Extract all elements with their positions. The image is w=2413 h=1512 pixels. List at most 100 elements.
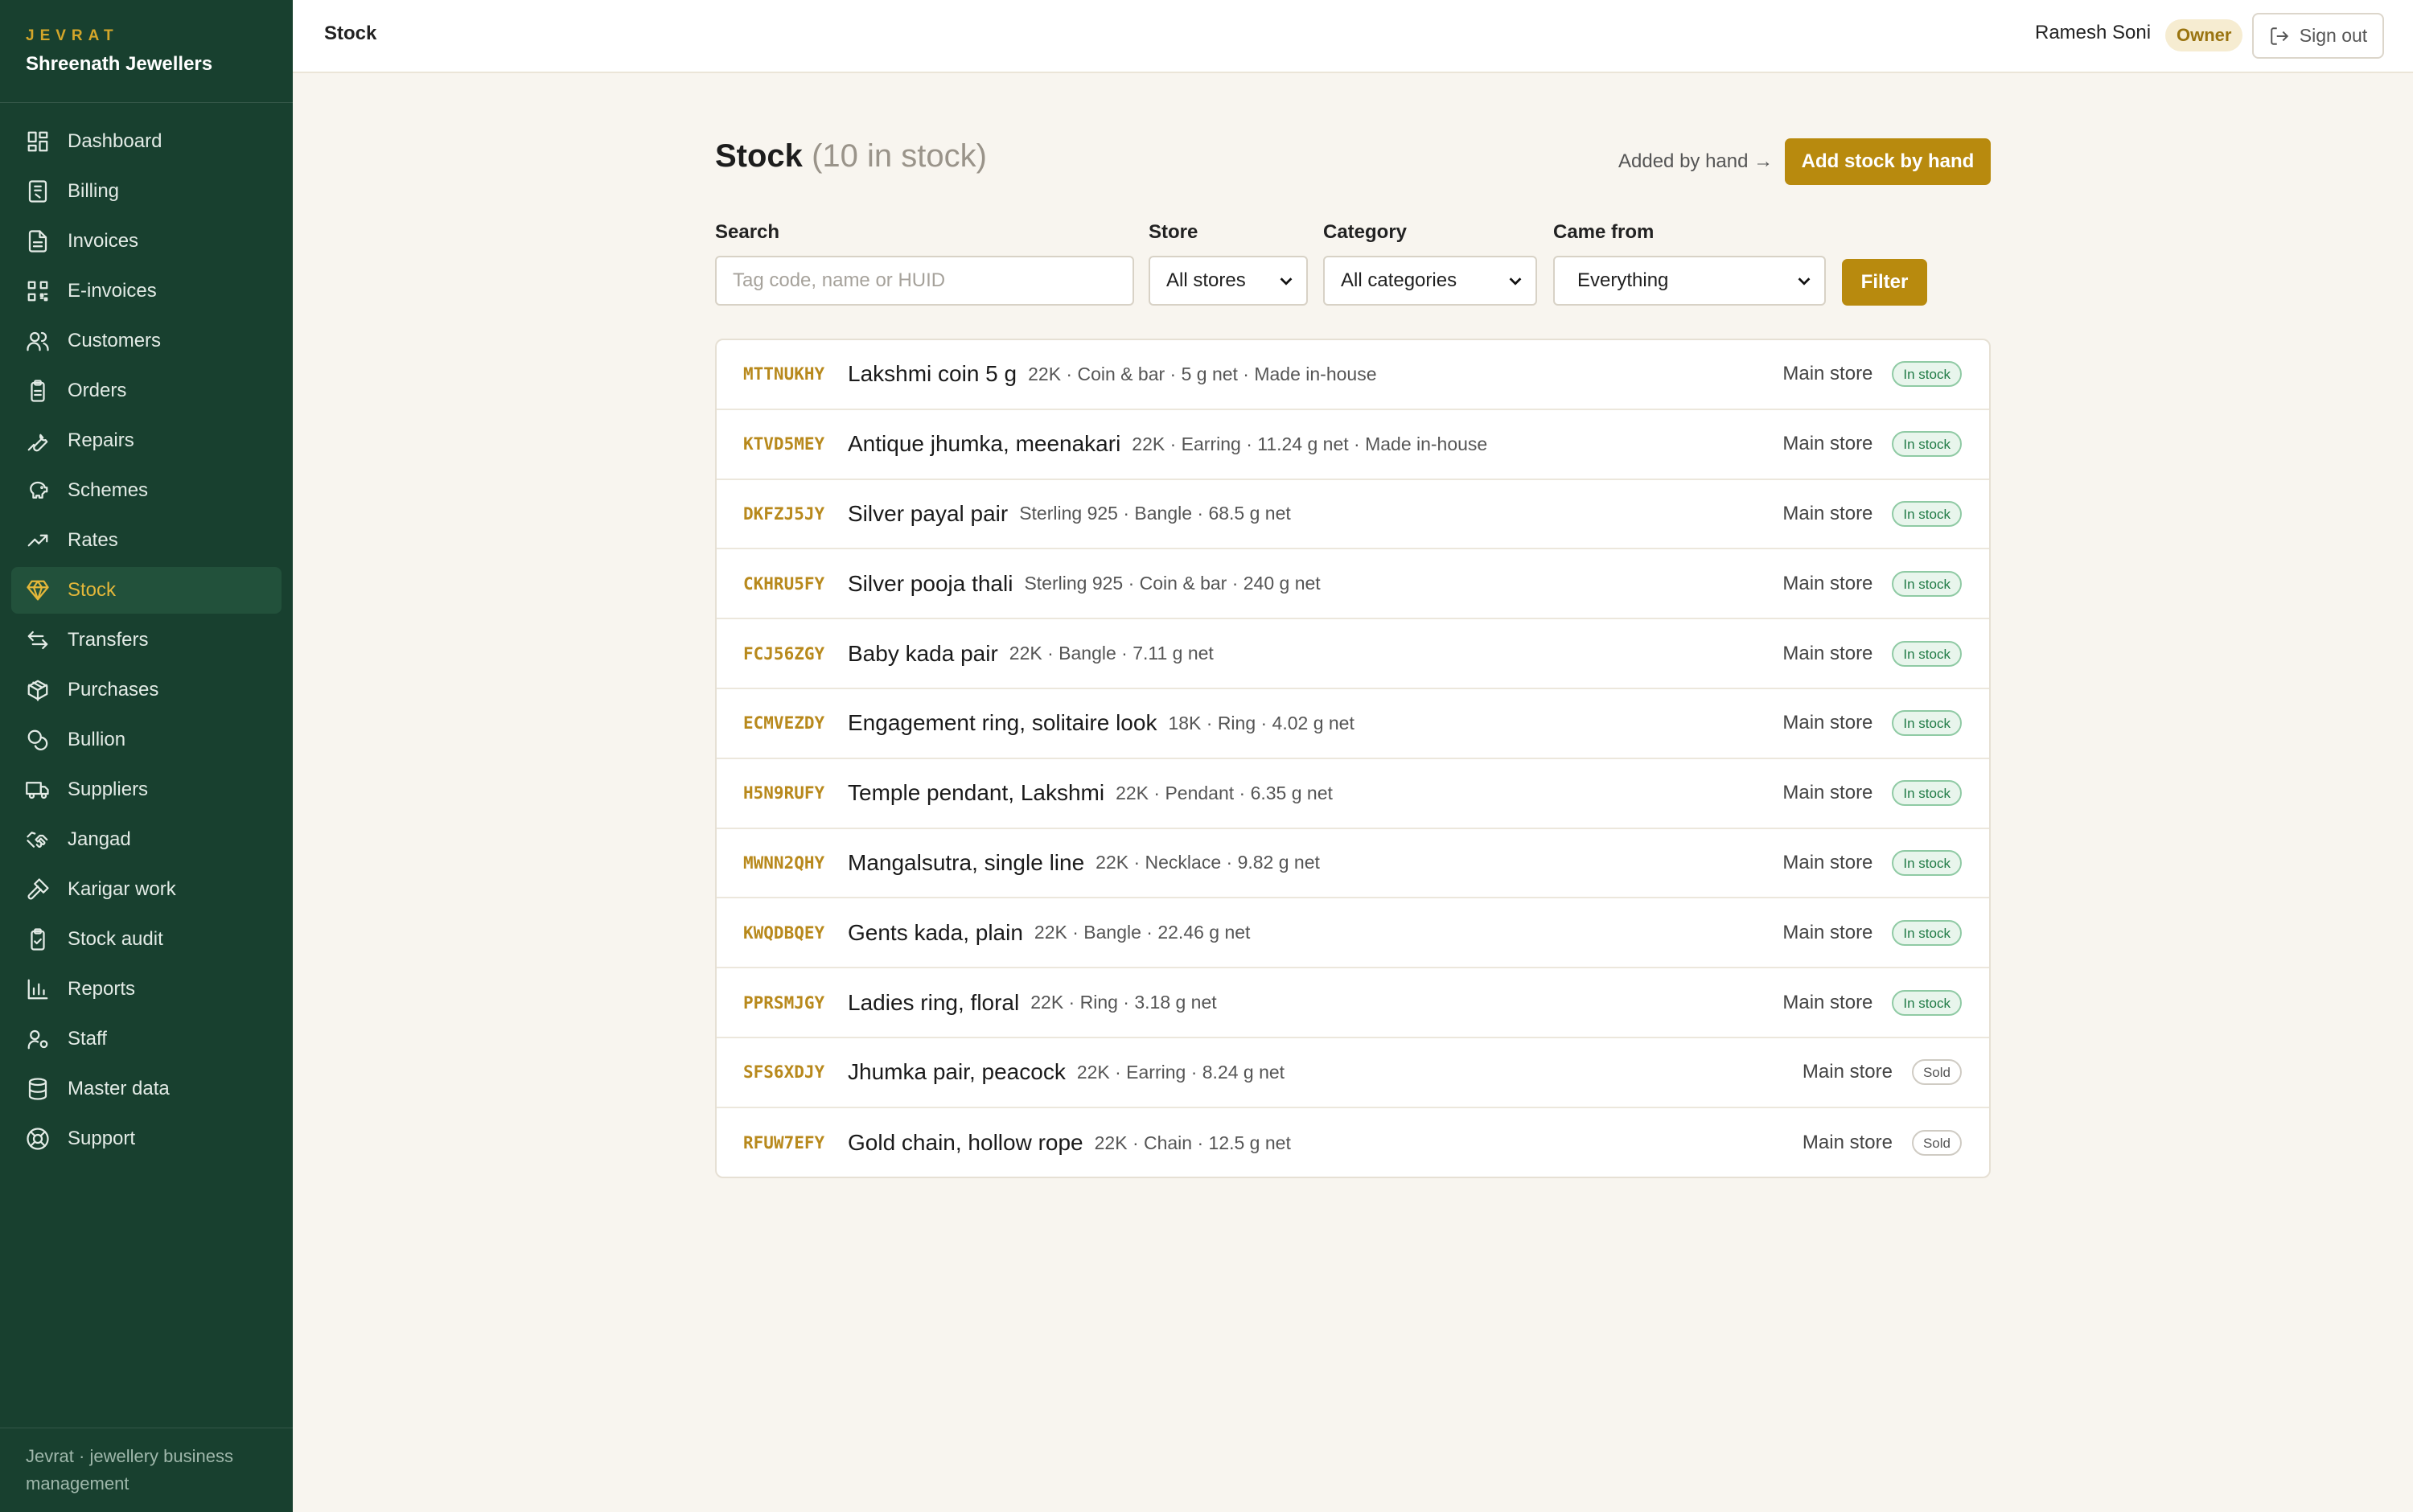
page-title-text: Stock: [715, 138, 803, 174]
status-badge: In stock: [1892, 431, 1962, 458]
item-name[interactable]: Lakshmi coin 5 g: [848, 361, 1017, 387]
tag-code[interactable]: KWQDBQEY: [743, 923, 848, 943]
item-name[interactable]: Antique jhumka, meenakari: [848, 431, 1120, 457]
item-meta: 22K · Pendant · 6.35 g net: [1116, 782, 1333, 803]
status-badge: In stock: [1892, 919, 1962, 946]
sidebar-item-purchases[interactable]: Purchases: [11, 667, 282, 713]
sidebar-item-billing[interactable]: Billing: [11, 168, 282, 215]
sidebar-item-transfers[interactable]: Transfers: [11, 617, 282, 664]
item-store: Main store: [1782, 642, 1873, 664]
tag-code[interactable]: FCJ56ZGY: [743, 644, 848, 664]
item-name[interactable]: Mangalsutra, single line: [848, 850, 1084, 876]
tag-code[interactable]: SFS6XDJY: [743, 1062, 848, 1082]
stock-list: MTTNUKHY Lakshmi coin 5 g 22K · Coin & bar…: [715, 339, 1991, 1178]
stock-row[interactable]: H5N9RUFY Temple pendant, Lakshmi 22K · Pen…: [717, 759, 1989, 829]
sign-out-button[interactable]: Sign out: [2252, 13, 2384, 59]
sidebar-item-dashboard[interactable]: Dashboard: [11, 118, 282, 165]
item-store: Main store: [1782, 363, 1873, 385]
item-store: Main store: [1782, 851, 1873, 873]
piggy-bank-icon: [26, 479, 50, 503]
sidebar-item-jangad[interactable]: Jangad: [11, 816, 282, 863]
tag-code[interactable]: MWNN2QHY: [743, 853, 848, 873]
tag-code[interactable]: PPRSMJGY: [743, 993, 848, 1013]
stock-row[interactable]: PPRSMJGY Ladies ring, floral 22K · Ring · …: [717, 968, 1989, 1038]
row-right: Main store In stock: [1782, 898, 1989, 967]
item-name[interactable]: Silver payal pair: [848, 501, 1008, 527]
sidebar-item-bullion[interactable]: Bullion: [11, 717, 282, 763]
sidebar-item-e-invoices[interactable]: E-invoices: [11, 268, 282, 314]
sidebar-item-label: Dashboard: [68, 130, 162, 152]
added-by-hand-link[interactable]: Added by hand →: [1618, 150, 1773, 173]
stock-row[interactable]: MWNN2QHY Mangalsutra, single line 22K · Ne…: [717, 829, 1989, 899]
item-meta: 18K · Ring · 4.02 g net: [1168, 712, 1354, 733]
store-select[interactable]: All stores: [1149, 256, 1308, 306]
sidebar-item-label: Invoices: [68, 230, 139, 252]
sidebar-item-repairs[interactable]: Repairs: [11, 417, 282, 464]
add-stock-button[interactable]: Add stock by hand: [1785, 138, 1991, 185]
item-name[interactable]: Gents kada, plain: [848, 920, 1023, 946]
item-meta: 22K · Earring · 8.24 g net: [1076, 1061, 1285, 1083]
handshake-icon: [26, 828, 50, 852]
sidebar-item-reports[interactable]: Reports: [11, 966, 282, 1013]
status-badge: In stock: [1892, 780, 1962, 807]
invoice-icon: [26, 229, 50, 253]
stock-row[interactable]: ECMVEZDY Engagement ring, solitaire look 1…: [717, 689, 1989, 759]
sidebar-item-label: Jangad: [68, 828, 131, 850]
sidebar-item-label: Billing: [68, 180, 120, 202]
tag-code[interactable]: CKHRU5FY: [743, 574, 848, 594]
row-right: Main store In stock: [1782, 829, 1989, 898]
stock-row[interactable]: SFS6XDJY Jhumka pair, peacock 22K · Earrin…: [717, 1038, 1989, 1108]
sidebar-item-master-data[interactable]: Master data: [11, 1066, 282, 1112]
tag-code[interactable]: H5N9RUFY: [743, 783, 848, 803]
search-input[interactable]: Tag code, name or HUID: [715, 256, 1134, 306]
source-select[interactable]: Everything: [1553, 256, 1826, 306]
stock-row[interactable]: DKFZJ5JY Silver payal pair Sterling 925 · …: [717, 480, 1989, 550]
stock-row[interactable]: RFUW7EFY Gold chain, hollow rope 22K · Cha…: [717, 1108, 1989, 1177]
sidebar-item-invoices[interactable]: Invoices: [11, 218, 282, 265]
item-store: Main store: [1782, 991, 1873, 1013]
item-name[interactable]: Jhumka pair, peacock: [848, 1059, 1066, 1085]
tag-code[interactable]: RFUW7EFY: [743, 1133, 848, 1152]
item-name[interactable]: Baby kada pair: [848, 641, 998, 667]
item-meta: 22K · Coin & bar · 5 g net · Made in-hou…: [1028, 363, 1377, 384]
item-name[interactable]: Temple pendant, Lakshmi: [848, 780, 1104, 806]
trend-up-icon: [26, 528, 50, 553]
sidebar-item-stock[interactable]: Stock: [11, 567, 282, 614]
item-name[interactable]: Ladies ring, floral: [848, 990, 1019, 1016]
stock-row[interactable]: KTVD5MEY Antique jhumka, meenakari 22K · E…: [717, 410, 1989, 480]
page-breadcrumb: Stock: [324, 23, 377, 44]
tag-code[interactable]: DKFZJ5JY: [743, 504, 848, 524]
stock-row[interactable]: CKHRU5FY Silver pooja thali Sterling 925 ·…: [717, 549, 1989, 620]
sidebar-item-customers[interactable]: Customers: [11, 318, 282, 364]
sidebar-item-stock-audit[interactable]: Stock audit: [11, 916, 282, 963]
category-select[interactable]: All categories: [1323, 256, 1537, 306]
clipboard-check-icon: [26, 927, 50, 951]
sidebar-item-label: Stock audit: [68, 928, 163, 950]
sidebar-item-label: Bullion: [68, 729, 126, 750]
sidebar-item-rates[interactable]: Rates: [11, 517, 282, 564]
row-right: Main store In stock: [1782, 410, 1989, 479]
stock-row[interactable]: FCJ56ZGY Baby kada pair 22K · Bangle · 7.1…: [717, 619, 1989, 689]
stock-row[interactable]: MTTNUKHY Lakshmi coin 5 g 22K · Coin & bar…: [717, 340, 1989, 410]
tag-code[interactable]: KTVD5MEY: [743, 434, 848, 454]
sidebar-item-schemes[interactable]: Schemes: [11, 467, 282, 514]
sidebar-item-karigar-work[interactable]: Karigar work: [11, 866, 282, 913]
sidebar-item-staff[interactable]: Staff: [11, 1016, 282, 1062]
tag-code[interactable]: ECMVEZDY: [743, 713, 848, 733]
sidebar-item-label: Orders: [68, 380, 127, 401]
sidebar-item-support[interactable]: Support: [11, 1116, 282, 1162]
billing-icon: [26, 179, 50, 203]
sidebar-item-label: Master data: [68, 1078, 170, 1099]
clipboard-icon: [26, 379, 50, 403]
sidebar-item-orders[interactable]: Orders: [11, 368, 282, 414]
stock-row[interactable]: KWQDBQEY Gents kada, plain 22K · Bangle · …: [717, 898, 1989, 969]
item-name[interactable]: Silver pooja thali: [848, 571, 1013, 597]
item-name[interactable]: Engagement ring, solitaire look: [848, 710, 1157, 736]
item-store: Main store: [1782, 782, 1873, 804]
package-icon: [26, 678, 50, 702]
filter-button[interactable]: Filter: [1842, 259, 1927, 306]
tag-code[interactable]: MTTNUKHY: [743, 364, 848, 384]
sidebar-item-label: Rates: [68, 529, 118, 551]
item-name[interactable]: Gold chain, hollow rope: [848, 1130, 1083, 1156]
sidebar-item-suppliers[interactable]: Suppliers: [11, 766, 282, 813]
